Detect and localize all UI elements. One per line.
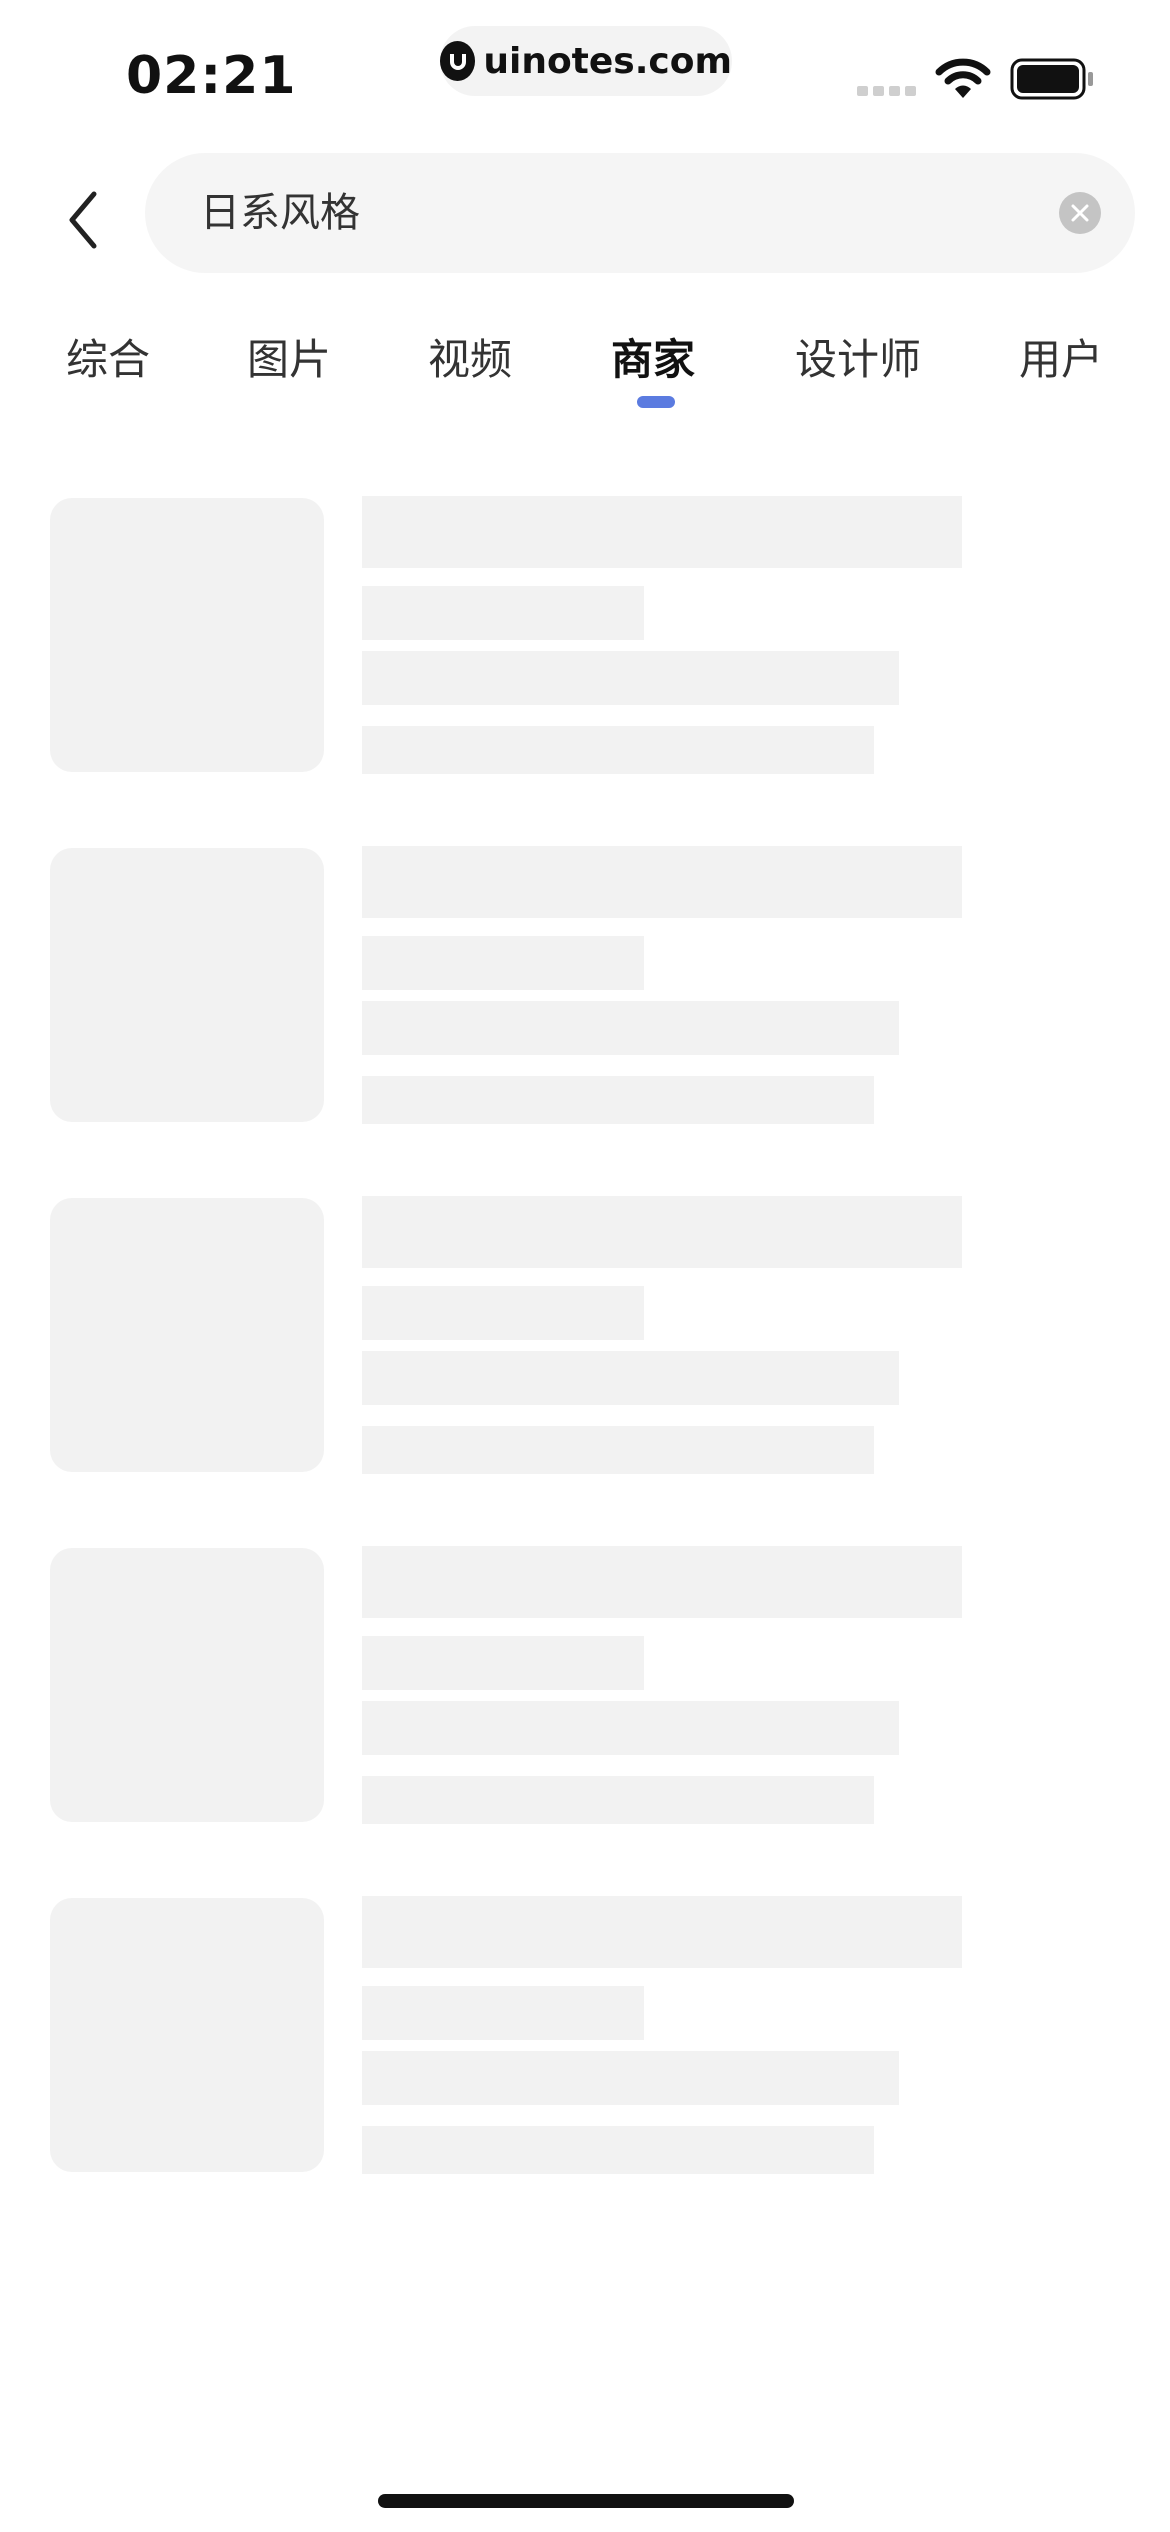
home-indicator[interactable] bbox=[378, 2494, 794, 2508]
placeholder-thumbnail bbox=[50, 1198, 324, 1472]
battery-icon bbox=[1010, 58, 1093, 100]
tab-designers[interactable]: 设计师 bbox=[795, 325, 921, 395]
tab-comprehensive[interactable]: 综合 bbox=[66, 325, 150, 395]
chevron-left-icon bbox=[69, 191, 97, 249]
tab-images[interactable]: 图片 bbox=[247, 325, 331, 395]
watermark-text: uinotes.com bbox=[483, 40, 732, 82]
search-bar[interactable] bbox=[145, 153, 1135, 273]
placeholder-subtitle-line bbox=[362, 1636, 644, 1690]
watermark-badge: uinotes.com bbox=[440, 26, 732, 96]
placeholder-thumbnail bbox=[50, 1548, 324, 1822]
placeholder-thumbnail bbox=[50, 1898, 324, 2172]
placeholder-thumbnail bbox=[50, 498, 324, 772]
uinotes-logo-icon bbox=[440, 41, 476, 81]
placeholder-text-line bbox=[362, 2126, 874, 2174]
placeholder-subtitle-line bbox=[362, 936, 644, 990]
back-button[interactable] bbox=[52, 180, 112, 260]
placeholder-text-line bbox=[362, 1776, 874, 1824]
close-icon bbox=[1071, 204, 1089, 222]
placeholder-text-line bbox=[362, 2051, 899, 2105]
placeholder-title-line bbox=[362, 1546, 962, 1618]
placeholder-subtitle-line bbox=[362, 1286, 644, 1340]
placeholder-text-line bbox=[362, 1351, 899, 1405]
placeholder-title-line bbox=[362, 1896, 962, 1968]
placeholder-text-line bbox=[362, 1701, 899, 1755]
placeholder-title-line bbox=[362, 846, 962, 918]
active-tab-indicator bbox=[637, 396, 675, 408]
placeholder-title-line bbox=[362, 1196, 962, 1268]
cellular-signal-icon bbox=[857, 86, 916, 96]
wifi-icon bbox=[935, 58, 991, 98]
tab-users[interactable]: 用户 bbox=[1019, 325, 1103, 395]
placeholder-text-line bbox=[362, 1076, 874, 1124]
placeholder-title-line bbox=[362, 496, 962, 568]
search-input[interactable] bbox=[200, 153, 1020, 273]
placeholder-thumbnail bbox=[50, 848, 324, 1122]
placeholder-text-line bbox=[362, 1001, 899, 1055]
placeholder-subtitle-line bbox=[362, 586, 644, 640]
placeholder-text-line bbox=[362, 1426, 874, 1474]
status-time: 02:21 bbox=[126, 46, 297, 106]
placeholder-subtitle-line bbox=[362, 1986, 644, 2040]
tab-merchants[interactable]: 商家 bbox=[611, 325, 695, 395]
placeholder-text-line bbox=[362, 651, 899, 705]
clear-search-button[interactable] bbox=[1059, 192, 1101, 234]
tab-videos[interactable]: 视频 bbox=[428, 325, 512, 395]
placeholder-text-line bbox=[362, 726, 874, 774]
